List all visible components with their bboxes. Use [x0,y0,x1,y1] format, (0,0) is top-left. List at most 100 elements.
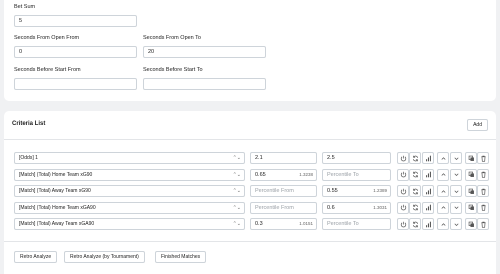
refresh-button[interactable] [409,168,421,181]
refresh-button[interactable] [409,201,421,214]
chevron-down-button[interactable] [450,201,462,214]
power-button[interactable] [397,218,409,230]
percentile-to-input[interactable]: 0.6 1.3031 [322,201,391,214]
refresh-button[interactable] [409,185,421,197]
power-button[interactable] [397,152,409,164]
chevron-down-button[interactable] [450,152,462,164]
actions-divider [4,241,496,242]
power-button[interactable] [397,201,409,214]
chevron-down-button[interactable] [450,168,462,181]
chevron-up-button[interactable] [437,218,449,230]
chevron-up-icon [440,155,447,162]
copy-button[interactable] [465,168,477,181]
trash-button[interactable] [477,201,489,214]
criteria-select[interactable]: [Match] (Total) Home Team xG90 ⌃⌄ [14,168,245,181]
criteria-select[interactable]: [Match] (Total) Home Team xGA90 ⌃⌄ [14,201,245,214]
chevron-down-button[interactable] [450,185,462,197]
power-icon [400,204,407,211]
refresh-button[interactable] [409,218,421,230]
bar-chart-icon [425,171,432,178]
trash-button[interactable] [477,152,489,164]
seconds-from-open-from-label: Seconds From Open From [14,35,80,41]
percentile-from-input[interactable]: 0.3 1.0151 [250,218,317,230]
seconds-before-start-to-input[interactable] [143,78,266,90]
trash-icon [480,221,487,228]
trash-button[interactable] [477,185,489,197]
select-chevron-icon: ⌃⌄ [232,221,241,227]
bar-chart-button[interactable] [422,168,434,181]
criteria-panel: Criteria List Add [Odds] 1 ⌃⌄ 2.1 2.5 [Match… [4,111,496,274]
chevron-up-icon [440,204,447,211]
power-icon [400,221,407,228]
chevron-down-icon [453,155,460,162]
bar-chart-icon [425,188,432,195]
chevron-up-icon [440,188,447,195]
retro-analyze-button[interactable]: Retro Analyze [14,251,58,263]
trash-button[interactable] [477,218,489,230]
finished-matches-button[interactable]: Finished Matches [155,251,207,263]
percentile-from-value: 0.65 [255,171,266,178]
chevron-up-button[interactable] [437,201,449,214]
percentile-from-value: 0.3 [255,221,263,227]
copy-icon [468,171,475,178]
chevron-down-button[interactable] [450,218,462,230]
copy-icon [468,188,475,195]
refresh-icon [412,204,419,211]
bar-chart-button[interactable] [422,218,434,230]
chevron-down-icon [453,204,460,211]
chevron-up-icon [440,171,447,178]
refresh-icon [412,188,419,195]
criteria-select-value: [Match] (Total) Away Team xG90 [19,188,91,194]
copy-button[interactable] [465,152,477,164]
seconds-from-open-to-input[interactable]: 20 [143,46,266,58]
percentile-from-input[interactable]: Percentile From [250,201,317,214]
copy-icon [468,221,475,228]
chevron-down-icon [453,171,460,178]
power-button[interactable] [397,168,409,181]
percentile-from-input[interactable]: Percentile From [250,185,317,197]
power-icon [400,171,407,178]
refresh-icon [412,221,419,228]
retro-analyze-tournament-button[interactable]: Retro Analyze (by Tournament) [64,251,145,263]
copy-button[interactable] [465,185,477,197]
chevron-up-button[interactable] [437,185,449,197]
percentile-to-placeholder: Percentile To [327,221,359,227]
select-chevron-icon: ⌃⌄ [232,204,241,211]
copy-button[interactable] [465,201,477,214]
criteria-select-value: [Match] (Total) Home Team xGA90 [19,204,96,211]
bar-chart-button[interactable] [422,185,434,197]
criteria-select[interactable]: [Match] (Total) Away Team xG90 ⌃⌄ [14,185,245,197]
criteria-select[interactable]: [Odds] 1 ⌃⌄ [14,152,245,164]
power-button[interactable] [397,185,409,197]
percentile-from-hint: 1.3238 [299,171,313,177]
seconds-from-open-from-input[interactable]: 0 [14,46,137,58]
trash-icon [480,171,487,178]
seconds-from-open-to-label: Seconds From Open To [143,35,201,41]
bar-chart-icon [425,204,432,211]
bar-chart-button[interactable] [422,152,434,164]
select-chevron-icon: ⌃⌄ [232,155,241,161]
bet-sum-input[interactable]: 5 [14,15,137,27]
percentile-from-placeholder: Percentile From [255,204,294,211]
criteria-select[interactable]: [Match] (Total) Away Team xGA90 ⌃⌄ [14,218,245,230]
percentile-from-placeholder: Percentile From [255,188,294,194]
refresh-button[interactable] [409,152,421,164]
copy-button[interactable] [465,218,477,230]
bar-chart-button[interactable] [422,201,434,214]
percentile-to-input[interactable]: Percentile To [322,168,391,181]
chevron-up-button[interactable] [437,152,449,164]
chevron-up-button[interactable] [437,168,449,181]
trash-button[interactable] [477,168,489,181]
percentile-to-input[interactable]: 0.55 1.2389 [322,185,391,197]
percentile-from-input[interactable]: 2.1 [250,152,317,164]
trash-icon [480,204,487,211]
seconds-before-start-from-label: Seconds Before Start From [14,67,81,73]
percentile-to-hint: 1.2389 [373,188,387,193]
add-button[interactable]: Add [467,119,488,131]
percentile-from-input[interactable]: 0.65 1.3238 [250,168,317,181]
percentile-to-input[interactable]: Percentile To [322,218,391,230]
criteria-select-value: [Odds] 1 [19,155,38,161]
trash-icon [480,155,487,162]
seconds-before-start-from-input[interactable] [14,78,137,90]
percentile-to-input[interactable]: 2.5 [322,152,391,164]
